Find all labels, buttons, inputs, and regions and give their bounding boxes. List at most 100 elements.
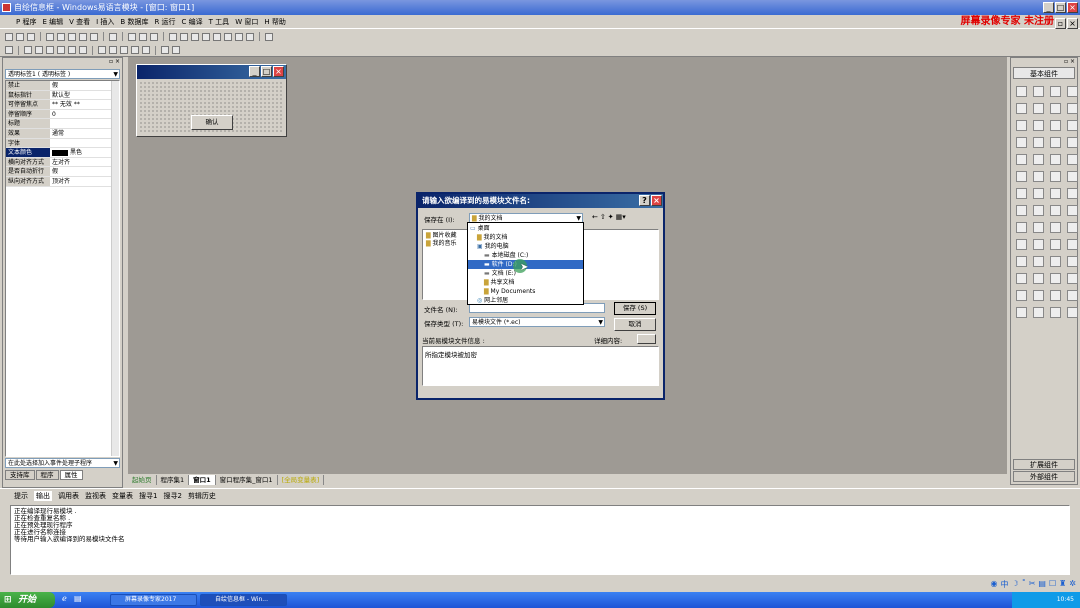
tab-global-variables[interactable]: [全局变量表] bbox=[278, 474, 325, 485]
property-value[interactable]: 假 bbox=[50, 167, 114, 177]
component-tool-icon[interactable] bbox=[1050, 103, 1061, 114]
same-height-icon[interactable] bbox=[109, 46, 117, 54]
component-tool-icon[interactable] bbox=[1033, 154, 1044, 165]
property-scrollbar[interactable] bbox=[111, 81, 119, 456]
paste-icon[interactable] bbox=[68, 32, 76, 41]
mdi-restore-button[interactable]: ▫ bbox=[1055, 18, 1066, 29]
component-tool-icon[interactable] bbox=[1050, 222, 1061, 233]
dropdown-option[interactable]: ◎ 网上邻居 bbox=[468, 296, 583, 305]
ime-shirt-icon[interactable]: ♜ bbox=[1059, 579, 1066, 590]
dropdown-option[interactable]: ▇ 我的文档 bbox=[468, 233, 583, 242]
ime-skin-icon[interactable]: ☐ bbox=[1049, 579, 1056, 590]
external-components-tab[interactable]: 外部组件 bbox=[1013, 471, 1075, 482]
panel-pin-close[interactable]: ▫ × bbox=[3, 58, 122, 68]
property-value[interactable] bbox=[50, 139, 114, 149]
component-tool-icon[interactable] bbox=[1050, 86, 1061, 97]
property-value[interactable]: 顶对齐 bbox=[50, 177, 114, 187]
menu-help[interactable]: H 帮助 bbox=[264, 17, 286, 27]
component-tool-icon[interactable] bbox=[1067, 290, 1078, 301]
component-tool-icon[interactable] bbox=[1067, 154, 1078, 165]
menu-database[interactable]: B 数据库 bbox=[120, 17, 148, 27]
component-tool-icon[interactable] bbox=[1016, 273, 1027, 284]
component-tool-icon[interactable] bbox=[1067, 205, 1078, 216]
component-tool-icon[interactable] bbox=[1016, 290, 1027, 301]
component-tool-icon[interactable] bbox=[1067, 239, 1078, 250]
component-tool-icon[interactable] bbox=[1050, 256, 1061, 267]
menu-view[interactable]: V 查看 bbox=[69, 17, 90, 27]
basic-components-header[interactable]: 基本组件 bbox=[1013, 67, 1075, 79]
component-tool-icon[interactable] bbox=[1016, 86, 1027, 97]
component-tool-icon[interactable] bbox=[1033, 290, 1044, 301]
component-tool-icon[interactable] bbox=[1016, 188, 1027, 199]
step-icon[interactable] bbox=[191, 32, 199, 41]
save-button[interactable]: 保存 (S) bbox=[614, 302, 656, 315]
layout-icon[interactable] bbox=[139, 32, 147, 41]
component-tool-icon[interactable] bbox=[1050, 137, 1061, 148]
component-tool-icon[interactable] bbox=[1050, 120, 1061, 131]
dropdown-option[interactable]: ▭ 桌面 bbox=[468, 224, 583, 233]
tab-clip-history[interactable]: 剪辑历史 bbox=[188, 491, 216, 501]
open-file-icon[interactable] bbox=[16, 32, 24, 41]
align-center-icon[interactable] bbox=[35, 46, 43, 54]
step-icon[interactable] bbox=[213, 32, 221, 41]
component-tool-icon[interactable] bbox=[1033, 103, 1044, 114]
component-tool-icon[interactable] bbox=[1033, 120, 1044, 131]
property-value[interactable]: 假 bbox=[50, 81, 114, 91]
space-icon[interactable] bbox=[120, 46, 128, 54]
component-tool-icon[interactable] bbox=[1016, 171, 1027, 182]
clock[interactable]: 10:45 bbox=[1057, 596, 1074, 603]
ime-punct-icon[interactable]: ˚ bbox=[1022, 579, 1026, 590]
copy-icon[interactable] bbox=[57, 32, 65, 41]
component-tool-icon[interactable] bbox=[1067, 171, 1078, 182]
component-tool-icon[interactable] bbox=[1050, 290, 1061, 301]
quicklaunch-ie-icon[interactable]: ℯ bbox=[62, 594, 67, 603]
quicklaunch-folder-icon[interactable]: ▤ bbox=[74, 594, 82, 603]
component-tool-icon[interactable] bbox=[1067, 103, 1078, 114]
component-tool-icon[interactable] bbox=[1033, 188, 1044, 199]
component-tool-icon[interactable] bbox=[1016, 154, 1027, 165]
new-folder-icon[interactable]: ✦ bbox=[608, 213, 614, 221]
detail-toggle-button[interactable] bbox=[637, 334, 656, 344]
undo-icon[interactable] bbox=[79, 32, 87, 41]
tab-start-page[interactable]: 起始页 bbox=[128, 474, 157, 485]
cancel-button[interactable]: 取消 bbox=[614, 318, 656, 331]
step-icon[interactable] bbox=[224, 32, 232, 41]
tab-program-set[interactable]: 程序集1 bbox=[157, 474, 190, 485]
component-tool-icon[interactable] bbox=[1050, 307, 1061, 318]
ime-moon-icon[interactable]: ☽ bbox=[1012, 579, 1019, 590]
layout-icon[interactable] bbox=[128, 32, 136, 41]
align-top-icon[interactable] bbox=[57, 46, 65, 54]
dropdown-option[interactable]: ▇ My Documents bbox=[468, 287, 583, 296]
back-icon[interactable]: ← bbox=[592, 213, 598, 221]
component-tool-icon[interactable] bbox=[1033, 239, 1044, 250]
component-tool-icon[interactable] bbox=[1016, 256, 1027, 267]
component-tool-icon[interactable] bbox=[1016, 239, 1027, 250]
component-tool-icon[interactable] bbox=[1033, 307, 1044, 318]
tab-window1[interactable]: 窗口1 bbox=[189, 474, 216, 485]
tab-window-program-set[interactable]: 窗口程序集_窗口1 bbox=[216, 474, 278, 485]
extended-components-tab[interactable]: 扩展组件 bbox=[1013, 459, 1075, 470]
info-text-area[interactable]: 所指定模块被加密 bbox=[422, 346, 659, 386]
up-folder-icon[interactable]: ⇧ bbox=[600, 213, 606, 221]
component-tool-icon[interactable] bbox=[1033, 137, 1044, 148]
view-menu-icon[interactable]: ▦▾ bbox=[616, 213, 626, 221]
cut-icon[interactable] bbox=[46, 32, 54, 41]
component-tool-icon[interactable] bbox=[1050, 239, 1061, 250]
component-tool-icon[interactable] bbox=[1067, 222, 1078, 233]
find-icon[interactable] bbox=[109, 32, 117, 41]
component-tool-icon[interactable] bbox=[1067, 256, 1078, 267]
center-icon[interactable] bbox=[161, 46, 169, 54]
same-width-icon[interactable] bbox=[98, 46, 106, 54]
tab-variables[interactable]: 变量表 bbox=[112, 491, 133, 501]
tab-output[interactable]: 输出 bbox=[34, 491, 52, 501]
filetype-dropdown[interactable]: 易模块文件 (*.ec) ▼ bbox=[469, 317, 605, 327]
tab-watch[interactable]: 监视表 bbox=[85, 491, 106, 501]
center-icon[interactable] bbox=[172, 46, 180, 54]
property-value[interactable]: 左对齐 bbox=[50, 158, 114, 168]
component-tool-icon[interactable] bbox=[1033, 205, 1044, 216]
component-tool-icon[interactable] bbox=[1016, 120, 1027, 131]
property-value[interactable] bbox=[50, 119, 114, 129]
component-tool-icon[interactable] bbox=[1033, 222, 1044, 233]
component-tool-icon[interactable] bbox=[1033, 86, 1044, 97]
help-button[interactable]: ? bbox=[639, 195, 650, 206]
